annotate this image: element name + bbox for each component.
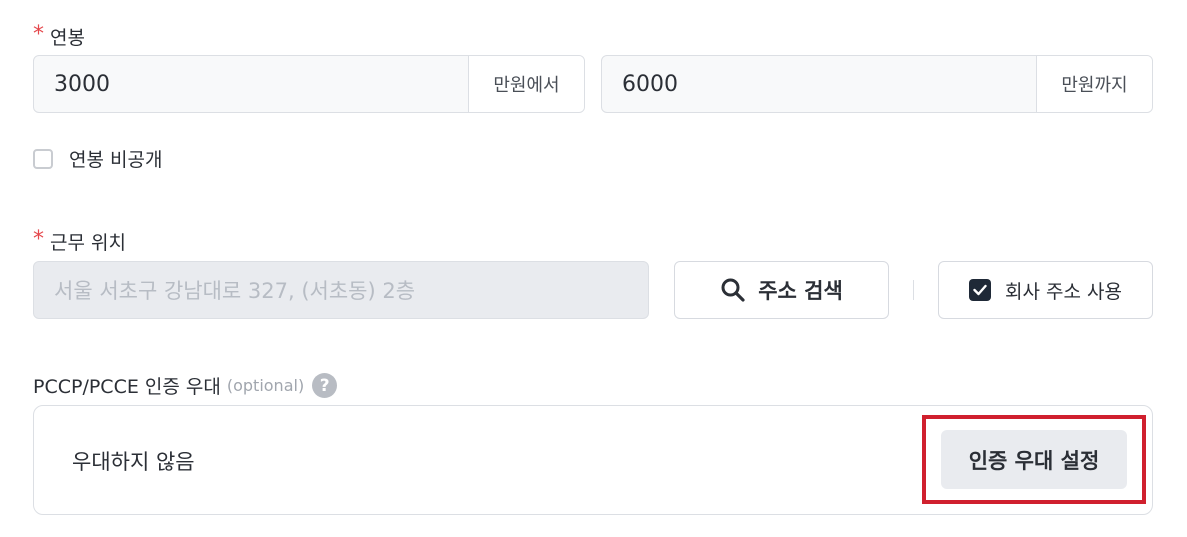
required-mark: * xyxy=(33,226,44,252)
salary-label-row: * 연봉 xyxy=(33,23,85,50)
address-search-button[interactable]: 주소 검색 xyxy=(674,261,889,319)
salary-label: 연봉 xyxy=(50,27,85,49)
location-label: 근무 위치 xyxy=(50,232,126,254)
salary-private-label: 연봉 비공개 xyxy=(69,149,163,171)
optional-tag: (optional) xyxy=(226,376,305,395)
address-input[interactable]: 서울 서초구 강남대로 327, (서초동) 2층 xyxy=(33,261,649,319)
check-icon xyxy=(973,284,987,296)
salary-max-field[interactable]: 6000 만원까지 xyxy=(601,55,1153,113)
company-address-label: 회사 주소 사용 xyxy=(1005,280,1122,303)
location-label-row: * 근무 위치 xyxy=(33,228,126,255)
salary-private-checkbox[interactable] xyxy=(33,148,53,169)
salary-private-row[interactable]: 연봉 비공개 xyxy=(33,145,162,172)
required-mark: * xyxy=(33,21,44,47)
divider xyxy=(913,280,914,300)
salary-min-field[interactable]: 3000 만원에서 xyxy=(33,55,585,113)
salary-min-suffix: 만원에서 xyxy=(468,56,584,112)
address-search-label: 주소 검색 xyxy=(758,279,843,303)
salary-max-suffix: 만원까지 xyxy=(1036,56,1152,112)
search-icon xyxy=(721,278,745,302)
company-address-checkbox[interactable] xyxy=(969,279,992,301)
highlight-box xyxy=(922,415,1146,504)
certification-label: PCCP/PCCE 인증 우대 xyxy=(33,376,221,398)
salary-max-input[interactable]: 6000 xyxy=(602,56,1036,112)
company-address-toggle[interactable]: 회사 주소 사용 xyxy=(938,261,1153,319)
certification-label-row: PCCP/PCCE 인증 우대 (optional) ? xyxy=(33,372,338,399)
help-icon[interactable]: ? xyxy=(312,373,338,398)
salary-min-input[interactable]: 3000 xyxy=(34,56,468,112)
certification-status: 우대하지 않음 xyxy=(72,450,195,474)
